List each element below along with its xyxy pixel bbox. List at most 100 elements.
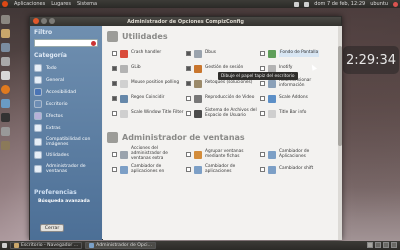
workspace-1[interactable] bbox=[367, 242, 373, 248]
plugin-checkbox[interactable] bbox=[260, 167, 265, 172]
plugin-checkbox[interactable] bbox=[260, 51, 265, 56]
category-administrador[interactable]: Administrador de ventanas bbox=[30, 161, 102, 176]
volume-icon[interactable] bbox=[304, 1, 310, 7]
plugin-checkbox[interactable] bbox=[186, 96, 191, 101]
maximize-window-icon[interactable] bbox=[49, 18, 55, 24]
plugin-checkbox[interactable] bbox=[260, 152, 265, 157]
close-window-icon[interactable] bbox=[33, 18, 39, 24]
section-title: Utilidades bbox=[122, 31, 168, 41]
trash-icon[interactable] bbox=[1, 57, 10, 66]
show-desktop-icon[interactable] bbox=[2, 243, 7, 248]
category-utilidades[interactable]: Utilidades bbox=[30, 149, 102, 161]
window-titlebar[interactable]: Administrador de Opciones CompizConfig bbox=[30, 17, 341, 26]
plugin-checkbox[interactable] bbox=[112, 96, 117, 101]
category-compatibilidad[interactable]: Compatibilidad con imágenes bbox=[30, 134, 102, 149]
plugin-checkbox[interactable] bbox=[186, 167, 191, 172]
plugin-acciones-extra[interactable]: Acciones del administrador de ventanas e… bbox=[112, 146, 186, 162]
category-escritorio[interactable]: Escritorio bbox=[30, 98, 102, 110]
workspace-2[interactable] bbox=[375, 242, 381, 248]
computer-icon[interactable] bbox=[1, 15, 10, 24]
category-label: Todo bbox=[46, 65, 57, 71]
menu-aplicaciones[interactable]: Aplicaciones bbox=[14, 1, 45, 7]
category-extras[interactable]: Extras bbox=[30, 122, 102, 134]
gimp-icon[interactable] bbox=[1, 141, 10, 150]
plugin-checkbox[interactable] bbox=[260, 96, 265, 101]
category-label: General bbox=[46, 77, 65, 83]
plugin-crash-handler[interactable]: Crash handler bbox=[112, 46, 186, 61]
plugin-cambiador-shift[interactable]: Cambiador shift bbox=[260, 162, 334, 177]
plugin-label: Dbus bbox=[205, 50, 216, 56]
panel-username[interactable]: ubuntu bbox=[370, 1, 388, 7]
minimize-window-icon[interactable] bbox=[41, 18, 47, 24]
plugin-checkbox[interactable] bbox=[112, 111, 117, 116]
category-image-compat-icon bbox=[34, 137, 42, 146]
plugin-checkbox[interactable] bbox=[112, 51, 117, 56]
plugin-checkbox[interactable] bbox=[186, 111, 191, 116]
settings-icon[interactable] bbox=[1, 127, 10, 136]
plugin-checkbox[interactable] bbox=[112, 81, 117, 86]
plugin-checkbox[interactable] bbox=[186, 81, 191, 86]
plugin-label: Cambiador de aplicaciones en bbox=[131, 163, 165, 174]
plugin-list-scrollbar[interactable] bbox=[338, 26, 342, 240]
ubuntu-logo-icon[interactable] bbox=[2, 1, 8, 7]
plugin-reproduccion-video[interactable]: Reproducción de Video bbox=[186, 91, 260, 106]
power-icon[interactable] bbox=[393, 1, 398, 7]
workspace-switcher[interactable] bbox=[365, 242, 397, 248]
firefox-icon[interactable] bbox=[1, 85, 10, 94]
plugin-glib[interactable]: GLib bbox=[112, 61, 186, 76]
plugin-title-bar-info[interactable]: Title Bar info bbox=[260, 106, 334, 121]
filter-input[interactable] bbox=[34, 39, 98, 47]
plugin-dbus[interactable]: Dbus bbox=[186, 46, 260, 61]
preferences-link[interactable]: Preferencias bbox=[30, 186, 102, 199]
plugin-cambiador-aplicaciones[interactable]: Cambiador de Aplicaciones bbox=[260, 147, 334, 162]
session-icon bbox=[194, 64, 202, 73]
plugin-checkbox[interactable] bbox=[260, 66, 265, 71]
menu-lugares[interactable]: Lugares bbox=[51, 1, 71, 7]
plugin-checkbox[interactable] bbox=[260, 111, 265, 116]
plugin-agrupar-ventanas[interactable]: Agrupar ventanas mediante fichas bbox=[186, 147, 260, 162]
advanced-search-link[interactable]: Búsqueda avanzada bbox=[30, 199, 102, 204]
dbus-icon bbox=[194, 49, 202, 58]
workspace-3[interactable] bbox=[383, 242, 389, 248]
category-efectos[interactable]: Efectos bbox=[30, 110, 102, 122]
plugin-checkbox[interactable] bbox=[186, 152, 191, 157]
terminal-icon[interactable] bbox=[1, 113, 10, 122]
plugin-checkbox[interactable] bbox=[112, 152, 117, 157]
clear-filter-icon[interactable] bbox=[91, 40, 96, 46]
plugin-fondo-de-pantalla[interactable]: Fondo de Pantalla bbox=[260, 46, 334, 61]
scrollbar-thumb[interactable] bbox=[338, 46, 342, 146]
panel-datetime[interactable]: dom 7 de feb, 12:29 bbox=[314, 1, 365, 7]
document-icon[interactable] bbox=[1, 71, 10, 80]
close-button[interactable]: Cerrar bbox=[40, 224, 64, 232]
home-folder-icon[interactable] bbox=[1, 29, 10, 38]
category-todo[interactable]: Todo bbox=[30, 62, 102, 74]
plugin-label: Scale Addons bbox=[279, 95, 308, 101]
mouse-icon bbox=[120, 79, 128, 88]
network-folder-icon[interactable] bbox=[1, 43, 10, 52]
section-utilidades[interactable]: Utilidades bbox=[103, 26, 342, 46]
network-icon[interactable] bbox=[294, 1, 300, 7]
plugin-fuse[interactable]: Sistema de Archivos del Espacio de Usuar… bbox=[186, 106, 260, 121]
category-accesibilidad[interactable]: Accesibilidad bbox=[30, 86, 102, 98]
plugin-checkbox[interactable] bbox=[112, 167, 117, 172]
media-icon[interactable] bbox=[1, 99, 10, 108]
scale-addons-icon bbox=[268, 94, 276, 103]
menu-sistema[interactable]: Sistema bbox=[77, 1, 97, 7]
plugin-checkbox[interactable] bbox=[260, 81, 265, 86]
plugin-checkbox[interactable] bbox=[186, 66, 191, 71]
task-nautilus[interactable]: Escritorio - Navegador ... bbox=[10, 242, 83, 249]
task-ccsm[interactable]: Administrador de Opci... bbox=[85, 242, 156, 249]
workspace-4[interactable] bbox=[391, 242, 397, 248]
plugin-checkbox[interactable] bbox=[186, 51, 191, 56]
section-administrador[interactable]: Administrador de ventanas bbox=[103, 127, 342, 147]
plugin-regex[interactable]: Regex Coincidir bbox=[112, 91, 186, 106]
task-label: Escritorio - Navegador ... bbox=[21, 243, 79, 248]
plugin-mouse-position[interactable]: Mouse position polling bbox=[112, 76, 186, 91]
plugin-checkbox[interactable] bbox=[112, 66, 117, 71]
plugin-cambiador-aplicaciones-en[interactable]: Cambiador de aplicaciones en bbox=[112, 162, 186, 177]
plugin-scale-title-filter[interactable]: Scale Window Title Filter bbox=[112, 106, 186, 121]
category-effects-icon bbox=[34, 112, 42, 120]
category-general[interactable]: General bbox=[30, 74, 102, 86]
plugin-scale-addons[interactable]: Scale Addons bbox=[260, 91, 334, 106]
plugin-cambiador-aplicaciones-2[interactable]: Cambiador de aplicaciones bbox=[186, 162, 260, 177]
